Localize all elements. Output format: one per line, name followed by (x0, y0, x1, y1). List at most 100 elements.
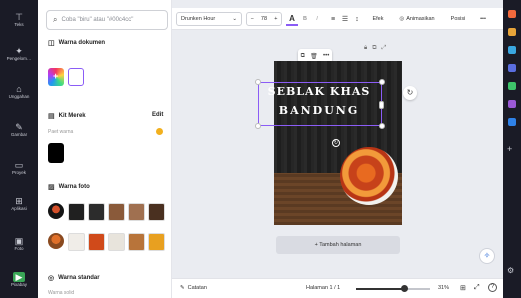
copy-icon[interactable]: ⧉ (301, 53, 305, 60)
extension-icon-4[interactable] (508, 64, 516, 72)
editor-footer: ✎ Catatan Halaman 1 / 1 31% ⊞ ⤢ ? (172, 278, 503, 298)
font-name: Drunken Hour (181, 16, 216, 22)
resize-handle-tl[interactable] (255, 79, 261, 85)
zoom-slider-fill (356, 288, 405, 290)
rotate-handle-icon[interactable]: ↻ (332, 139, 340, 147)
notes-button[interactable]: ✎ Catatan (180, 285, 207, 291)
extension-icon-5[interactable] (508, 82, 516, 90)
zoom-slider-track[interactable] (356, 285, 430, 292)
animate-button[interactable]: ◎ Animasikan (394, 12, 440, 26)
crown-icon (156, 128, 163, 135)
zoom-slider-knob[interactable] (401, 285, 409, 292)
trash-icon[interactable]: 🗑︎ (310, 53, 318, 60)
rail-item-text[interactable]: ⊤ Teks (0, 12, 38, 28)
brand-kit-subtitle: Paet warna (48, 129, 74, 135)
more-icon[interactable]: ••• (323, 53, 329, 59)
notes-icon: ✎ (180, 285, 185, 291)
photo-thumbnail-2[interactable] (48, 233, 64, 249)
color-search-input[interactable]: ⌕ Coba "biru" atau "#00c4cc" (46, 10, 168, 30)
photo-icon: ▨ (48, 184, 55, 191)
add-extension-icon[interactable]: + (507, 144, 512, 154)
brand-kit-title: Kit Merek (58, 113, 86, 119)
extension-icon-1[interactable] (508, 10, 516, 18)
search-placeholder: Coba "biru" atau "#00c4cc" (61, 17, 134, 23)
zoom-level[interactable]: 31% (438, 285, 449, 291)
position-button[interactable]: Posisi (446, 12, 470, 26)
grid-view-icon[interactable]: ⊞ (460, 284, 466, 292)
text-icon: ⊤ (15, 12, 23, 22)
photo-thumbnail[interactable] (48, 203, 64, 219)
color-panel: ⌕ Coba "biru" atau "#00c4cc" ◫ Warna dokum… (38, 0, 172, 298)
folder-icon: ▭ (14, 160, 24, 170)
photo-color-swatch[interactable] (108, 203, 125, 221)
page-indicator[interactable]: Halaman 1 / 1 (306, 285, 340, 291)
fullscreen-icon[interactable]: ⤢ (474, 284, 480, 292)
settings-icon[interactable]: ⚙ (507, 266, 514, 275)
lock-icon[interactable]: 🔒︎ (364, 45, 367, 52)
brand-kit-edit-link[interactable]: Edit (152, 112, 163, 118)
magic-assistant-icon[interactable]: ✧ (479, 248, 495, 264)
text-color-icon[interactable]: A (286, 12, 298, 26)
doc-colors-heading: ◫ Warna dokumen (48, 39, 105, 47)
title-line-2[interactable]: BANDUNG (259, 104, 379, 117)
rail-item-pixabay[interactable]: ▶ Pixabay (0, 272, 38, 288)
rail-item-elements[interactable]: ✦ Pengelom… (0, 46, 38, 62)
rail-label: Foto (14, 246, 24, 251)
photo-color-swatch[interactable] (108, 233, 125, 251)
refresh-icon[interactable]: ↻ (403, 86, 417, 100)
palette-icon: ◎ (48, 275, 55, 282)
more-options-button[interactable]: ••• (476, 12, 490, 26)
help-icon[interactable]: ? (488, 283, 497, 292)
resize-handle-right[interactable] (379, 101, 384, 109)
rail-item-draw[interactable]: ✎ Gambar (0, 122, 38, 138)
extension-icon-6[interactable] (508, 100, 516, 108)
add-color-button[interactable]: + (48, 68, 64, 86)
rail-item-photos[interactable]: ▣ Foto (0, 236, 38, 252)
document-colors-icon: ◫ (48, 40, 55, 47)
selected-text-box[interactable]: SEBLAK KHAS BANDUNG (258, 82, 382, 126)
animate-label: Animasikan (406, 16, 435, 22)
resize-handle-bl[interactable] (255, 123, 261, 129)
photo-color-swatch[interactable] (88, 203, 105, 221)
right-extension-rail: + ⚙ (503, 0, 521, 298)
text-toolbar: Drunken Hour ⌄ − 78 + A B I ≡ ☰ ↕ Efek ◎ Ani… (172, 8, 503, 30)
align-center-icon[interactable]: ≡ (328, 12, 338, 26)
title-line-1[interactable]: SEBLAK KHAS (259, 85, 379, 98)
photo-color-swatch[interactable] (88, 233, 105, 251)
photo-color-swatch[interactable] (148, 203, 165, 221)
add-page-button[interactable]: + Tambah halaman (276, 236, 400, 254)
rail-item-uploads[interactable]: ⌂ Unggahan (0, 84, 38, 100)
font-size-stepper[interactable]: − 78 + (246, 12, 282, 26)
extension-icon-2[interactable] (508, 28, 516, 36)
bold-icon[interactable]: B (300, 12, 310, 26)
plus-icon[interactable]: + (274, 16, 277, 22)
rail-item-apps[interactable]: ⊞ Aplikasi (0, 196, 38, 212)
seblak-food-photo[interactable] (340, 147, 398, 205)
spacing-icon[interactable]: ↕ (352, 12, 362, 26)
effects-button[interactable]: Efek (368, 12, 388, 26)
doc-color-swatch-white[interactable] (68, 68, 84, 86)
photo-colors-title: Warna foto (58, 184, 90, 190)
add-page-icon[interactable]: ⤢ (382, 45, 387, 52)
italic-icon[interactable]: I (312, 12, 322, 26)
photo-color-swatch[interactable] (128, 233, 145, 251)
resize-handle-br[interactable] (379, 123, 385, 129)
extension-icon-7[interactable] (508, 118, 516, 126)
brand-kit-heading: ▤ Kit Merek (48, 112, 86, 120)
draw-icon: ✎ (15, 122, 23, 132)
rail-item-projects[interactable]: ▭ Proyek (0, 160, 38, 176)
list-icon[interactable]: ☰ (340, 12, 350, 26)
font-family-select[interactable]: Drunken Hour ⌄ (176, 12, 242, 26)
photo-color-swatch[interactable] (68, 233, 85, 251)
extension-icon-3[interactable] (508, 46, 516, 54)
default-colors-subtitle: Warna solid (48, 290, 75, 296)
rail-label: Aplikasi (11, 206, 27, 211)
photo-color-swatch[interactable] (68, 203, 85, 221)
resize-handle-tr[interactable] (379, 79, 385, 85)
photo-color-swatch[interactable] (148, 233, 165, 251)
font-size-value[interactable]: 78 (261, 16, 267, 22)
brand-color-swatch-black[interactable] (48, 143, 64, 163)
minus-icon[interactable]: − (251, 16, 254, 22)
duplicate-page-icon[interactable]: ⧉ (372, 45, 376, 52)
photo-color-swatch[interactable] (128, 203, 145, 221)
